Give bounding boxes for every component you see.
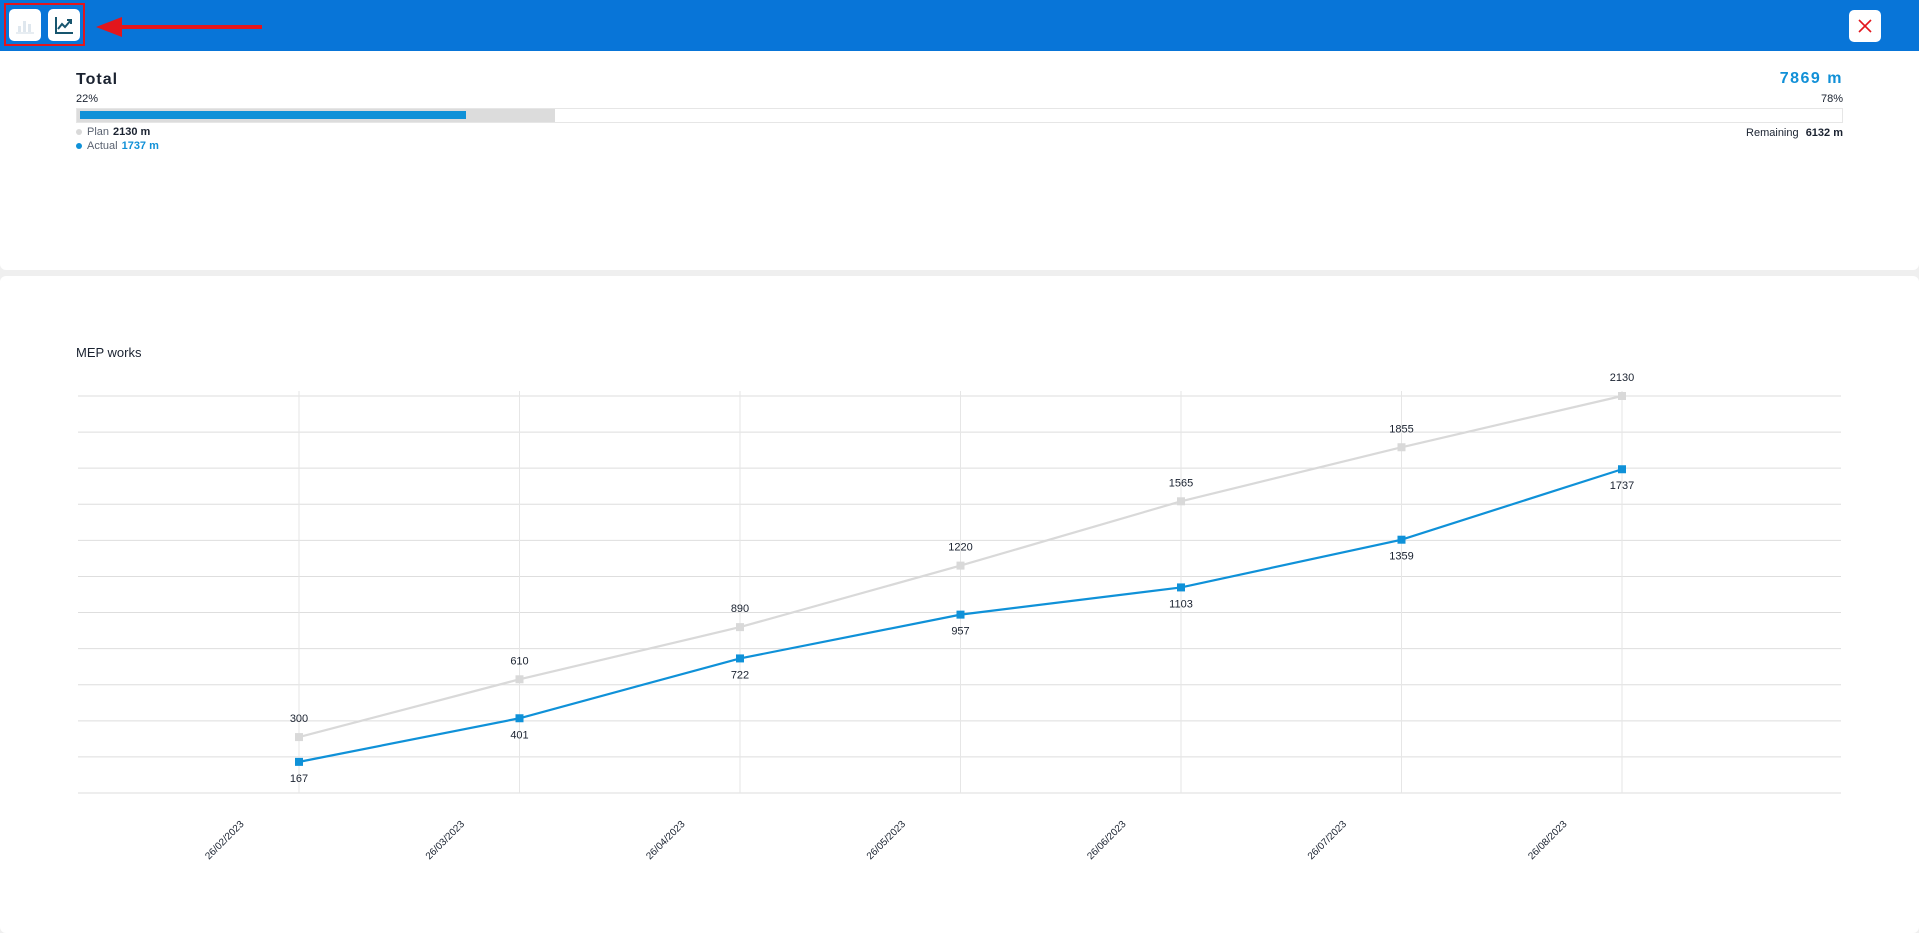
- x-tick-label: 26/03/2023: [424, 819, 467, 862]
- x-tick-label: 26/04/2023: [644, 819, 687, 862]
- top-toolbar: [0, 0, 1919, 51]
- total-value: 7869 m: [1779, 70, 1843, 87]
- plan-data-point: [1177, 497, 1185, 506]
- close-button[interactable]: [1849, 10, 1881, 42]
- actual-data-label: 167: [290, 773, 308, 785]
- actual-data-label: 957: [951, 626, 969, 638]
- actual-data-point: [956, 610, 965, 619]
- plan-data-point: [956, 561, 965, 570]
- x-tick-label: 26/05/2023: [865, 819, 908, 862]
- plan-data-point: [1397, 443, 1406, 452]
- actual-data-label: 722: [731, 669, 749, 681]
- legend-plan: Plan 2130 m: [76, 126, 150, 138]
- actual-data-point: [1618, 465, 1626, 474]
- plan-data-label: 1565: [1169, 477, 1193, 489]
- plan-data-point: [1618, 392, 1626, 400]
- actual-data-label: 1737: [1610, 480, 1634, 492]
- bar-chart-icon: [16, 21, 34, 34]
- plan-data-label: 890: [731, 603, 749, 615]
- summary-title: Total: [76, 71, 119, 88]
- remaining-label: Remaining: [1746, 127, 1799, 139]
- bar-chart-view-button[interactable]: [9, 9, 41, 41]
- plan-dot-icon: [76, 129, 82, 135]
- actual-data-point: [295, 757, 303, 766]
- actual-data-label: 1359: [1389, 551, 1413, 563]
- remaining-value: 6132 m: [1805, 127, 1843, 139]
- plan-data-label: 2130: [1610, 372, 1634, 384]
- plan-data-label: 1855: [1389, 423, 1413, 435]
- actual-data-point: [736, 654, 744, 663]
- plan-data-point: [515, 675, 524, 684]
- x-tick-label: 26/07/2023: [1306, 819, 1349, 862]
- line-chart-icon: [55, 17, 73, 34]
- x-tick-label: 26/06/2023: [1085, 819, 1128, 862]
- actual-data-label: 401: [510, 729, 528, 741]
- x-tick-label: 26/08/2023: [1526, 819, 1569, 862]
- plan-data-label: 610: [510, 655, 528, 667]
- actual-data-point: [515, 714, 524, 723]
- plan-data-point: [295, 733, 303, 742]
- legend-actual: Actual 1737 m: [76, 140, 159, 152]
- line-chart: 26/02/2023 26/03/2023 26/04/2023 26/05/2023…: [78, 372, 1841, 862]
- summary-card: [0, 51, 1919, 270]
- actual-data-point: [1177, 583, 1185, 592]
- remaining-info: Remaining 6132 m: [1746, 127, 1843, 139]
- progress-bar: [76, 108, 1843, 123]
- legend-actual-value: 1737 m: [121, 140, 159, 152]
- plan-data-label: 300: [290, 713, 308, 725]
- annotation-arrow: [96, 17, 262, 37]
- actual-dot-icon: [76, 143, 82, 149]
- x-tick-label: 26/02/2023: [203, 819, 246, 862]
- legend-actual-label: Actual: [87, 140, 118, 152]
- line-chart-view-button[interactable]: [48, 9, 80, 41]
- remaining-percent: 78%: [1820, 93, 1843, 105]
- completed-percent: 22%: [76, 93, 99, 105]
- legend-plan-label: Plan: [87, 126, 110, 138]
- actual-data-label: 1103: [1169, 598, 1193, 610]
- plan-data-point: [736, 623, 744, 632]
- legend-plan-value: 2130 m: [113, 126, 151, 138]
- close-icon: [1858, 19, 1872, 33]
- actual-data-point: [1397, 535, 1406, 544]
- chart-title: MEP works: [76, 345, 142, 360]
- progress-bar-actual: [80, 111, 466, 119]
- plan-data-label: 1220: [948, 542, 972, 554]
